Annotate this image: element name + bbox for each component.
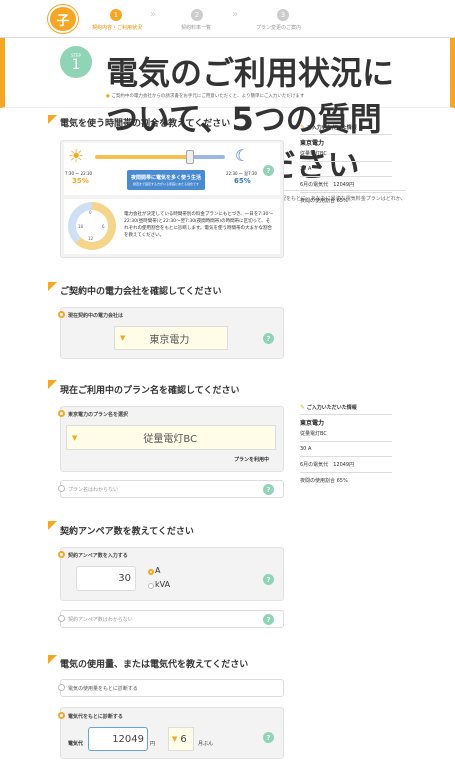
bulb-icon: ● (106, 94, 110, 99)
q3-unknown-label: プラン名はわからない (68, 487, 119, 493)
plan-select-value: 従量電灯BC (143, 434, 198, 445)
section-corner-mark (48, 282, 57, 291)
step-badge-number: 1 (71, 56, 81, 73)
company-select[interactable]: ▼ 東京電力 (114, 326, 228, 350)
intro-note-text: ご契約中の電力会社からの請求書をお手元にご用意いただくと、より簡単にご入力いただ… (111, 94, 305, 99)
sidebar-summary-1: ✎ ご入力いただいた情報 東京電力 従量電灯BC 30 A 6月の電気代 120… (300, 124, 392, 204)
clock-label-bottom: 12 (88, 236, 94, 241)
q4-title: 契約アンペア数を教えてください (60, 527, 194, 537)
sidebar-fee-value: 12049円 (333, 182, 355, 188)
sidebar-heading: ご入力いただいた情報 (306, 125, 357, 131)
q2-radio[interactable] (58, 311, 65, 318)
fee-input[interactable]: 12049 (88, 727, 148, 751)
moon-icon: ☾ (235, 146, 250, 165)
q3-radio[interactable] (58, 410, 65, 417)
month-select-value: 6 (180, 733, 187, 745)
q4-label: 契約アンペア数を入力する (68, 553, 128, 559)
q1-explanation: 電力会社が決定している時間帯別の料金プランにもとづき、一日を7:30～22:30… (124, 212, 273, 238)
month-unit-label: 月ぶん (198, 741, 214, 747)
q4-unknown-label: 契約アンペア数はわからない (68, 617, 133, 623)
slider-tooltip-title: 夜間開帯に電気を多く使う生活 (130, 175, 201, 181)
help-icon[interactable]: ? (263, 732, 274, 743)
sidebar-fee: 6月の電気代 12049円 (300, 461, 392, 468)
dropdown-arrow-icon: ▼ (72, 433, 78, 442)
yen-label: 円 (150, 741, 156, 747)
q5-fee-radio[interactable] (58, 712, 65, 719)
sidebar-company: 東京電力 (300, 140, 325, 147)
section-corner-mark (48, 115, 57, 124)
fee-input-value: 12049 (112, 733, 144, 745)
step-indicator-1: 1 (110, 9, 122, 21)
clock-label-top: 0 (89, 210, 92, 215)
section-corner-mark (48, 380, 57, 389)
dropdown-arrow-icon: ▼ (120, 334, 126, 342)
time-ratio-slider[interactable] (95, 155, 225, 159)
day-percent: 35% (72, 177, 89, 185)
step-indicator-2: 2 (191, 9, 203, 21)
q3-title: 現在ご利用中のプラン名を確認してください (60, 386, 240, 396)
clock-label-right: 6 (102, 224, 105, 229)
company-select-value: 東京電力 (149, 334, 190, 346)
step-label-1: 契約内容・ご利用状況 (92, 25, 143, 31)
step-badge: STEP 1 (60, 46, 92, 78)
plan-note: プランを利用中 (234, 457, 270, 463)
sidebar-night-ratio: 夜間の使用割合 65% (300, 478, 348, 484)
slider-tooltip: 夜間開帯に電気を多く使う生活 調査まで固定する方がいる家庭にあたる割合です (127, 170, 205, 190)
unit-a-label: A (155, 566, 161, 575)
q4-radio[interactable] (58, 551, 65, 558)
help-icon[interactable]: ? (263, 574, 274, 585)
q3-label: 東京電力のプラン名を選択 (68, 412, 129, 418)
night-percent: 65% (234, 177, 251, 185)
pencil-icon: ✎ (300, 404, 306, 411)
q5-fee-label: 電気代をもとに診断する (68, 714, 123, 720)
q5-usage-label: 電気の使用量をもとに診断する (68, 686, 138, 692)
unit-a-radio[interactable] (148, 569, 154, 575)
slider-handle[interactable] (186, 150, 194, 164)
help-icon[interactable]: ? (263, 614, 274, 625)
chevron-right-icon: » (150, 9, 157, 20)
sidebar-fee-value: 12049円 (333, 462, 355, 468)
fee-field-label: 電気代 (68, 741, 84, 747)
sidebar-plan: 従量電灯BC (300, 431, 327, 437)
q2-label: 現在契約中の電力会社は (68, 313, 124, 319)
help-icon[interactable]: ? (263, 484, 274, 495)
plan-select[interactable]: ▼ 従量電灯BC (66, 425, 276, 450)
sidebar-summary-2: ✎ ご入力いただいた情報 東京電力 従量電灯BC 30 A 6月の電気代 120… (300, 404, 392, 484)
step-indicator-3: 3 (277, 9, 289, 21)
sidebar-plan: 従量電灯BC (300, 151, 327, 157)
chevron-right-icon: » (232, 9, 239, 20)
sidebar-fee-label: 6月の電気代 (300, 462, 329, 468)
sidebar-fee: 6月の電気代 12049円 (300, 181, 392, 188)
amp-input-value: 30 (118, 573, 131, 584)
amp-input[interactable]: 30 (76, 566, 136, 591)
sidebar-amp: 30 A (300, 166, 312, 172)
section-corner-mark (48, 521, 57, 530)
sidebar-heading: ご入力いただいた情報 (306, 405, 357, 411)
intro-note: ● ご契約中の電力会社からの請求書をお手元にご用意いただくと、より簡単にご入力い… (106, 93, 304, 101)
step-label-2: 契約料率一覧 (181, 25, 212, 31)
help-icon[interactable]: ? (263, 165, 274, 176)
pencil-icon: ✎ (300, 124, 306, 131)
help-icon[interactable]: ? (263, 333, 274, 344)
sidebar-company: 東京電力 (300, 420, 325, 427)
slider-tooltip-sub: 調査まで固定する方がいる家庭にあたる割合です (132, 182, 199, 186)
dropdown-arrow-icon: ▼ (172, 735, 178, 743)
q2-title: ご契約中の電力会社を確認してください (60, 287, 222, 297)
section-corner-mark (48, 655, 57, 664)
q5-title: 電気の使用量、または電気代を教えてください (60, 660, 249, 670)
step-label-3: プラン変更のご案内 (256, 25, 302, 31)
q4-unknown-radio[interactable] (58, 615, 65, 622)
q1-title: 電気を使う時間帯の割合を教えてください (60, 119, 231, 129)
clock-label-left: 18 (78, 224, 84, 229)
sidebar-amp: 30 A (300, 446, 312, 452)
sun-icon: ☀ (68, 146, 85, 167)
month-select[interactable]: ▼ 6 (168, 727, 194, 751)
logo[interactable]: 子 (48, 5, 78, 33)
q5-usage-radio[interactable] (58, 684, 65, 691)
sidebar-fee-label: 6月の電気代 (300, 182, 329, 188)
sidebar-night-ratio: 夜間の使用割合 65% (300, 198, 348, 204)
q3-unknown-radio[interactable] (58, 485, 65, 492)
unit-kva-label: kVA (155, 580, 171, 589)
unit-kva-radio[interactable] (148, 583, 154, 589)
